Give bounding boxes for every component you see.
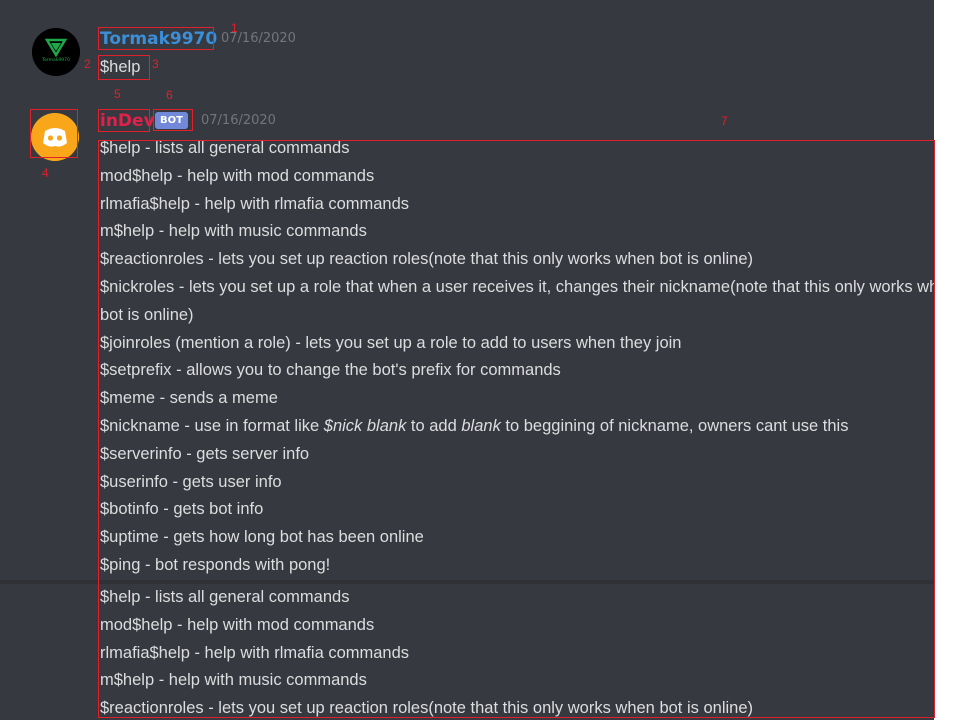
discord-logo-icon — [31, 113, 79, 161]
help-line: $ping - bot responds with pong! — [100, 555, 331, 574]
help-line: mod$help - help with mod commands — [100, 166, 375, 185]
annotation-number: 3 — [152, 57, 159, 71]
message-indev: inDev BOT 07/16/2020 $help - lists all g… — [0, 0, 934, 720]
help-text-block-repeat: $help - lists all general commands mod$h… — [100, 584, 753, 720]
nickname-italic-2: blank — [461, 416, 501, 435]
help-line: $joinroles (mention a role) - lets you s… — [100, 333, 682, 352]
help-text-block: $help - lists all general commands mod$h… — [100, 135, 934, 580]
help-line: mod$help - help with mod commands — [100, 615, 375, 634]
bot-avatar[interactable] — [31, 113, 79, 161]
help-line: $uptime - gets how long bot has been onl… — [100, 528, 424, 547]
nickname-suffix: to beggining of nickname, owners cant us… — [500, 416, 849, 435]
help-line: $setprefix - allows you to change the bo… — [100, 361, 561, 380]
help-line: $botinfo - gets bot info — [100, 500, 264, 519]
nickname-prefix: $nickname - use in format like — [100, 416, 324, 435]
nickname-italic-1: $nick blank — [323, 416, 407, 435]
annotation-number: 4 — [42, 166, 49, 180]
annotation-number: 5 — [114, 87, 121, 101]
nickname-middle: to add — [406, 416, 462, 435]
help-line: m$help - help with music commands — [100, 671, 367, 690]
help-line: $reactionroles - lets you set up reactio… — [100, 250, 753, 269]
bot-timestamp: 07/16/2020 — [201, 113, 276, 128]
help-line: $meme - sends a meme — [100, 389, 278, 408]
annotation-number: 6 — [166, 88, 173, 102]
help-line: $userinfo - gets user info — [100, 472, 282, 491]
annotation-number: 7 — [721, 114, 728, 128]
help-line: bot is online) — [100, 305, 194, 324]
help-line: rlmafia$help - help with rlmafia command… — [100, 643, 410, 662]
annotation-number: 1 — [231, 21, 238, 35]
help-line-nickname: $nickname - use in format like $nick bla… — [100, 413, 934, 441]
help-line: $help - lists all general commands — [100, 139, 350, 157]
help-line: $nickroles - lets you set up a role that… — [100, 277, 934, 296]
bot-tag-badge: BOT — [155, 112, 188, 129]
help-line: m$help - help with music commands — [100, 222, 367, 241]
annotation-number: 2 — [84, 57, 91, 71]
help-line: rlmafia$help - help with rlmafia command… — [100, 194, 410, 213]
bot-username[interactable]: inDev — [100, 109, 155, 133]
help-line: $serverinfo - gets server info — [100, 444, 310, 463]
chat-messages-pane[interactable]: Tormak9970 Tormak9970 07/16/2020 $help i… — [0, 0, 934, 720]
help-line: $reactionroles - lets you set up reactio… — [100, 699, 753, 718]
help-line: $help - lists all general commands — [100, 588, 350, 606]
